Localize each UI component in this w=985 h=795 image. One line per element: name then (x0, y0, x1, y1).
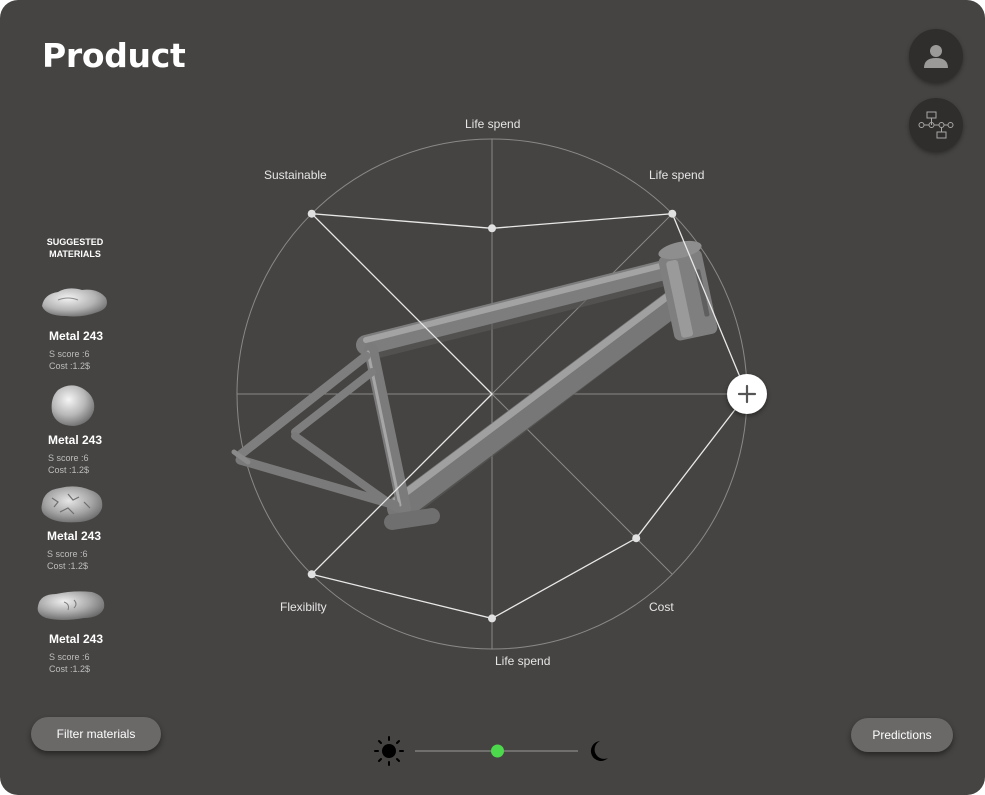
material-name: Metal 243 (48, 433, 103, 447)
material-thumbnail (37, 591, 105, 620)
radar-point[interactable] (668, 209, 677, 218)
axis-label-top-left: Sustainable (264, 168, 327, 182)
material-cost: Cost :1.2$ (48, 465, 90, 475)
axis-label-bottom-right: Cost (649, 600, 674, 614)
axis-label-top: Life spend (465, 117, 521, 131)
add-axis-button[interactable] (727, 374, 767, 414)
sun-icon (374, 736, 404, 766)
axis-label-bottom-left: Flexibilty (280, 600, 327, 614)
radar-point[interactable] (488, 224, 496, 233)
material-score: S score :6 (49, 349, 90, 359)
material-cost: Cost :1.2$ (49, 664, 91, 674)
axis-label-top-right: Life spend (649, 168, 705, 182)
material-name: Metal 243 (47, 529, 102, 543)
theme-slider-graphic (374, 736, 608, 766)
material-thumbnail (51, 385, 95, 426)
material-score: S score :6 (49, 652, 90, 662)
radar-point[interactable] (307, 209, 316, 218)
radar-point[interactable] (307, 570, 316, 579)
bike-frame-model (231, 240, 718, 530)
filter-materials-button[interactable]: Filter materials (31, 717, 161, 751)
plus-icon (737, 384, 757, 404)
theme-slider[interactable] (372, 736, 612, 768)
slider-knob[interactable] (491, 744, 504, 758)
moon-icon (590, 741, 608, 761)
material-name: Metal 243 (49, 329, 104, 343)
material-thumbnail (41, 486, 103, 523)
material-cost: Cost :1.2$ (47, 561, 89, 571)
suggested-materials-title: SUGGESTED MATERIALS (46, 237, 104, 259)
material-score: S score :6 (48, 453, 89, 463)
radar-point[interactable] (488, 614, 496, 623)
predictions-button[interactable]: Predictions (851, 718, 953, 752)
app-window: Product Life spend Life spend Cost Life … (0, 0, 985, 795)
material-card[interactable]: Metal 243 S score :6 Cost :1.2$ (36, 382, 156, 476)
material-card[interactable]: Metal 243 S score :6 Cost :1.2$ (36, 484, 156, 574)
material-cost: Cost :1.2$ (49, 361, 91, 371)
material-thumbnail (42, 288, 107, 317)
material-name: Metal 243 (49, 632, 104, 646)
axis-label-bottom: Life spend (495, 654, 551, 668)
material-card[interactable]: Metal 243 S score :6 Cost :1.2$ (36, 588, 156, 678)
material-card[interactable]: Metal 243 S score :6 Cost :1.2$ (36, 284, 156, 374)
material-score: S score :6 (47, 549, 88, 559)
radar-point[interactable] (632, 534, 641, 543)
